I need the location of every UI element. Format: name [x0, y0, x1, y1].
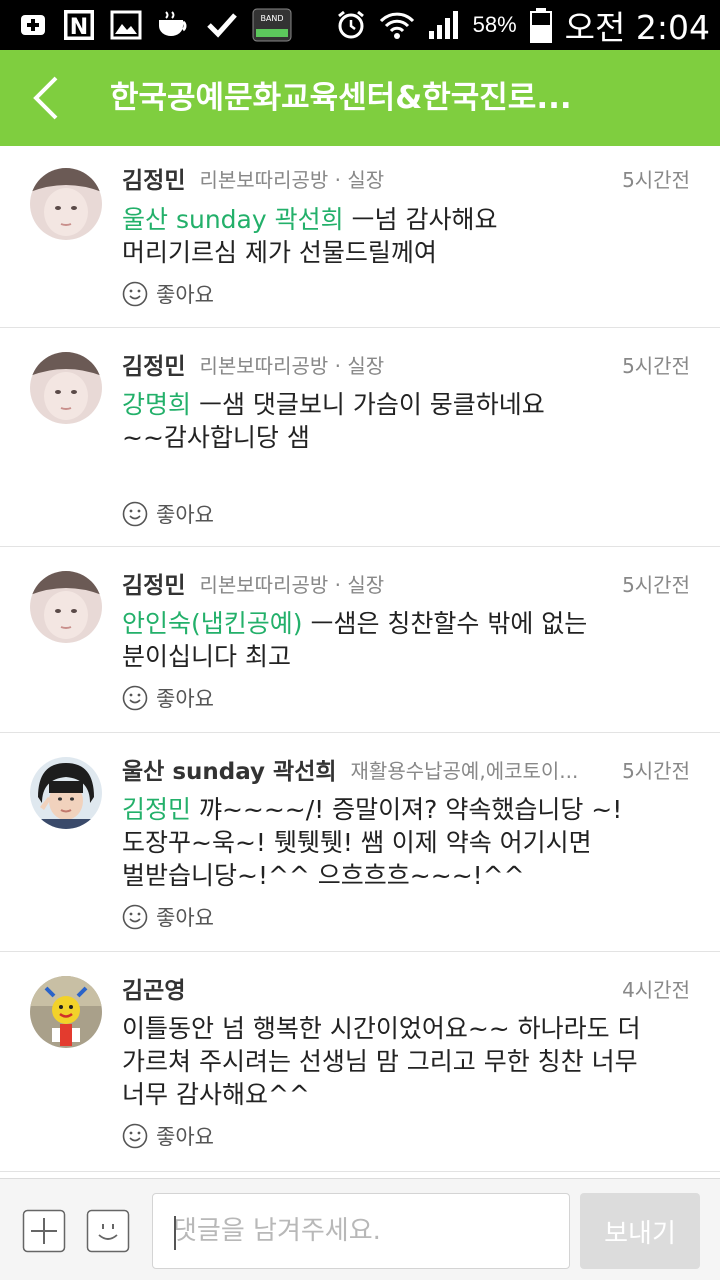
avatar[interactable]	[30, 757, 102, 829]
like-button[interactable]: 좋아요	[122, 1121, 214, 1151]
battery-percent: 58%	[472, 12, 517, 37]
comment-affiliation: 리본보따리공방 · 실장	[199, 167, 385, 192]
mention-link[interactable]: 안인숙(냅킨공예)	[122, 609, 303, 638]
mention-link[interactable]: 강명희	[122, 390, 191, 419]
add-box-icon	[18, 10, 48, 40]
comment-text: 강명희 ㅡ샘 댓글보니 가슴이 뭉클하네요 ~~감사합니당 샘	[122, 390, 545, 452]
mention-link[interactable]: 울산 sunday 곽선희	[122, 205, 344, 234]
sticker-button[interactable]	[86, 1209, 130, 1253]
like-button[interactable]: 좋아요	[122, 683, 214, 713]
like-button[interactable]: 좋아요	[122, 279, 214, 309]
avatar[interactable]	[30, 168, 102, 240]
comment-item: 김정민 리본보따리공방 · 실장 5시간전 안인숙(냅킨공예) ㅡ샘은 칭찬할수…	[0, 547, 720, 733]
smiley-icon	[122, 501, 148, 527]
avatar[interactable]	[30, 571, 102, 643]
comment-text: 김정민 꺄~~~~/! 증말이져? 약속했습니당 ~! 도장꾸~욱~! 퉷퉷퉷!…	[122, 795, 623, 890]
comment-meta: 김정민 리본보따리공방 · 실장 5시간전	[122, 565, 690, 601]
naver-n-icon: N	[62, 8, 96, 42]
comment-list[interactable]: 김정민 리본보따리공방 · 실장 5시간전 울산 sunday 곽선희 ㅡ넘 감…	[0, 146, 720, 1178]
comment-item: 울산 sunday 곽선희 재활용수납공예,에코토이... 5시간전 김정민 꺄…	[0, 733, 720, 952]
avatar[interactable]	[30, 976, 102, 1048]
wifi-icon	[379, 9, 415, 41]
comment-input[interactable]	[153, 1194, 569, 1268]
comment-text: 이틀동안 넘 행복한 시간이었어요~~ 하나라도 더 가르쳐 주시려는 선생님 …	[122, 1014, 641, 1109]
like-button[interactable]: 좋아요	[122, 499, 214, 529]
comment-meta: 울산 sunday 곽선희 재활용수납공예,에코토이... 5시간전	[122, 751, 690, 787]
comment-affiliation: 리본보따리공방 · 실장	[199, 353, 385, 378]
comment-time: 5시간전	[622, 353, 690, 378]
comment-item: 김정민 리본보따리공방 · 실장 5시간전 울산 sunday 곽선희 ㅡ넘 감…	[0, 146, 720, 328]
plus-icon	[22, 1209, 66, 1253]
image-icon	[110, 10, 142, 40]
chevron-left-icon	[33, 76, 58, 120]
smiley-icon	[122, 1123, 148, 1149]
comment-author[interactable]: 김정민	[122, 161, 185, 195]
signal-icon	[427, 9, 461, 41]
clock: 오전 2:04	[564, 8, 710, 47]
alarm-icon	[335, 9, 367, 41]
comment-author[interactable]: 울산 sunday 곽선희	[122, 752, 337, 786]
comment-author[interactable]: 김정민	[122, 347, 185, 381]
comment-compose-bar: 보내기	[0, 1178, 720, 1280]
comment-item: 김정민 리본보따리공방 · 실장 5시간전 강명희 ㅡ샘 댓글보니 가슴이 뭉클…	[0, 328, 720, 547]
comment-meta: 김정민 리본보따리공방 · 실장 5시간전	[122, 346, 690, 382]
attach-button[interactable]	[22, 1209, 66, 1253]
svg-text:BAND: BAND	[260, 14, 283, 23]
app-header: 한국공예문화교육센터&한국진로...	[0, 50, 720, 146]
comment-item: 김곤영 4시간전 이틀동안 넘 행복한 시간이었어요~~ 하나라도 더 가르쳐 …	[0, 952, 720, 1172]
smiley-icon	[122, 281, 148, 307]
mention-link[interactable]: 김정민	[122, 795, 191, 824]
check-icon	[206, 10, 238, 40]
battery-icon	[529, 7, 553, 43]
comment-input-box[interactable]	[152, 1193, 570, 1269]
comment-meta: 김곤영 4시간전	[122, 970, 690, 1006]
comment-affiliation: 리본보따리공방 · 실장	[199, 572, 385, 597]
text-cursor	[174, 1216, 176, 1250]
status-bar: N BAND 58% 오전 2:04	[0, 0, 720, 50]
comment-time: 4시간전	[622, 977, 690, 1002]
smiley-icon	[122, 904, 148, 930]
coffee-icon	[156, 10, 192, 40]
avatar[interactable]	[30, 352, 102, 424]
comment-time: 5시간전	[622, 572, 690, 597]
comment-meta: 김정민 리본보따리공방 · 실장 5시간전	[122, 160, 690, 196]
send-button[interactable]: 보내기	[580, 1193, 700, 1269]
comment-time: 5시간전	[622, 167, 690, 192]
comment-time: 5시간전	[622, 758, 690, 783]
svg-text:N: N	[70, 15, 88, 40]
emoticon-icon	[86, 1209, 130, 1253]
comment-text: 울산 sunday 곽선희 ㅡ넘 감사해요 머리기르심 제가 선물드릴께여	[122, 205, 498, 267]
page-title: 한국공예문화교육센터&한국진로...	[110, 80, 572, 116]
back-button[interactable]	[22, 70, 70, 126]
band-icon: BAND	[252, 7, 292, 43]
comment-author[interactable]: 김곤영	[122, 971, 185, 1005]
smiley-icon	[122, 685, 148, 711]
like-button[interactable]: 좋아요	[122, 902, 214, 932]
comment-author[interactable]: 김정민	[122, 566, 185, 600]
comment-affiliation: 재활용수납공예,에코토이...	[350, 758, 579, 783]
comment-text: 안인숙(냅킨공예) ㅡ샘은 칭찬할수 밖에 없는 분이십니다 최고	[122, 609, 588, 671]
